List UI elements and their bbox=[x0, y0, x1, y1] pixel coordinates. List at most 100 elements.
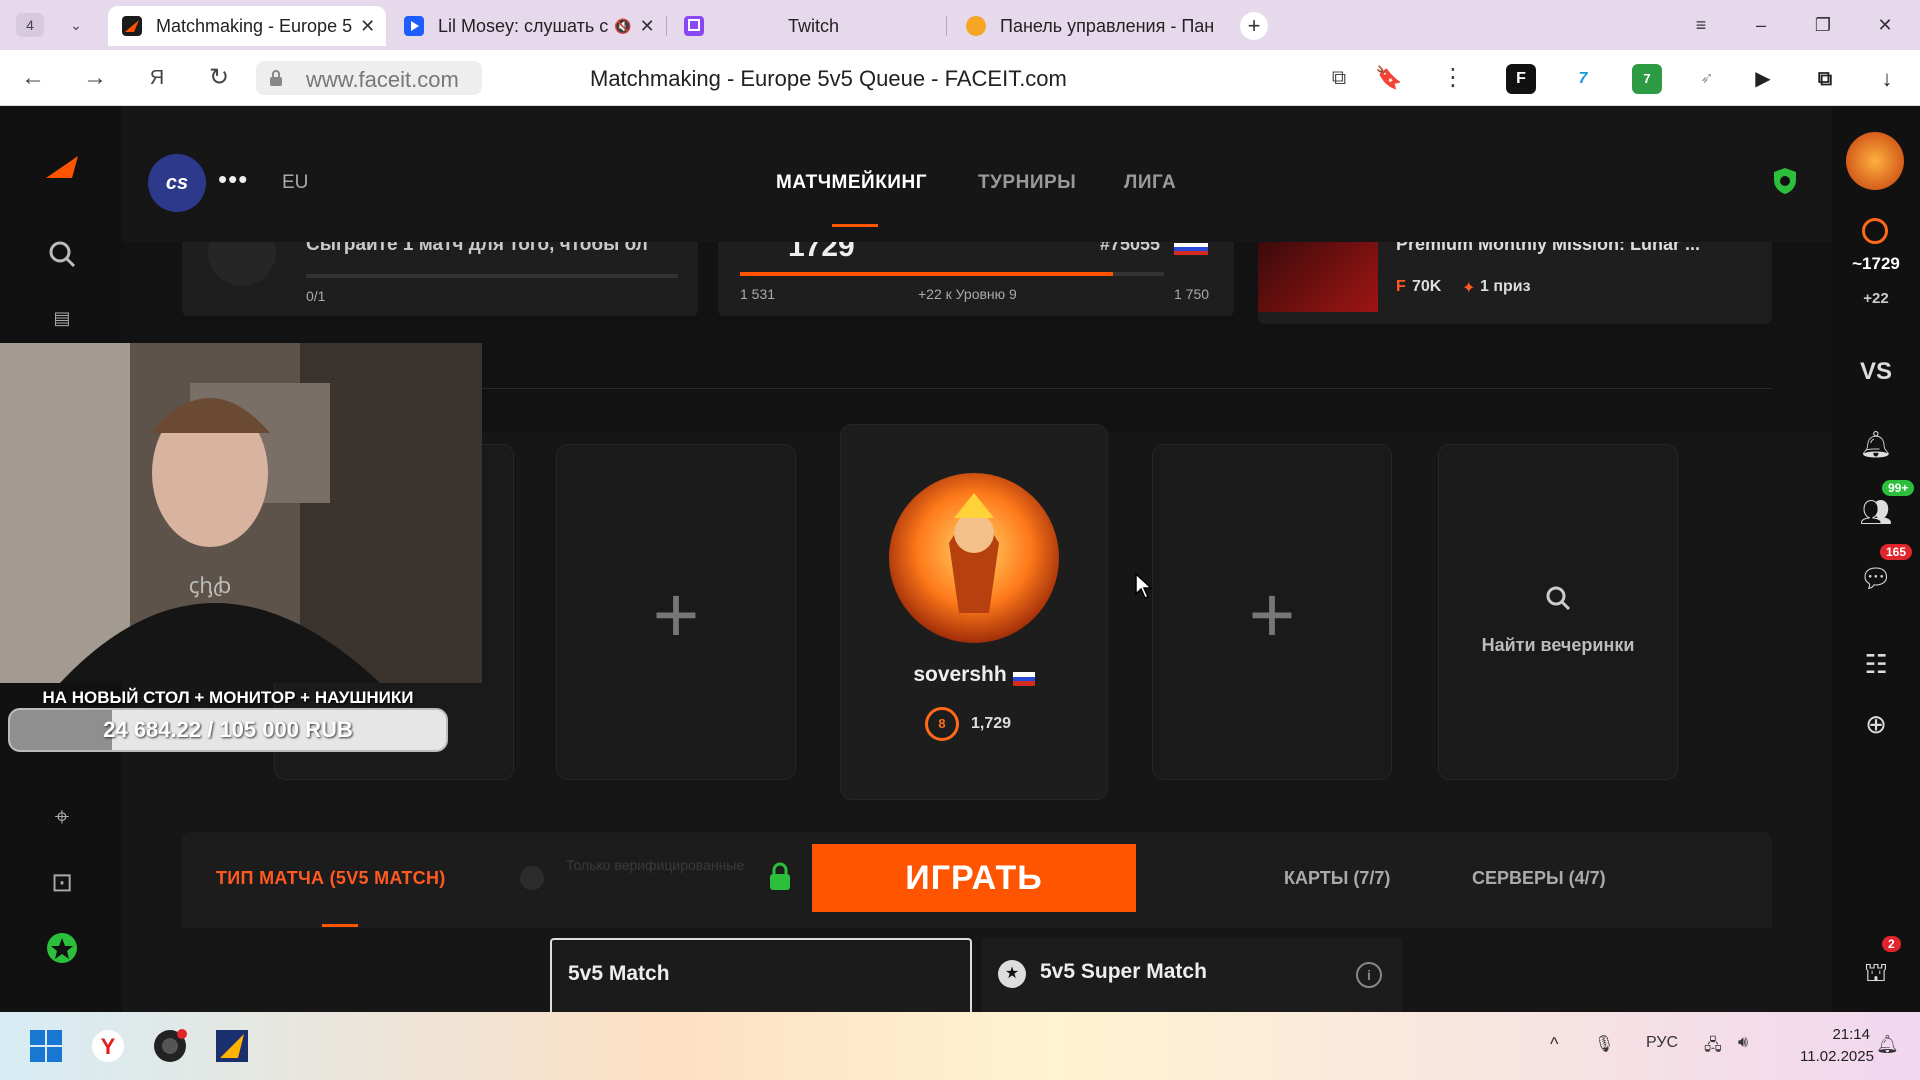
game-selector-cs[interactable]: cs bbox=[148, 154, 206, 212]
add-player-icon[interactable]: + bbox=[557, 575, 795, 655]
ext-faceit-icon[interactable]: F bbox=[1506, 64, 1536, 94]
match-type-tab[interactable]: ТИП МАТЧА (5V5 MATCH) bbox=[216, 868, 446, 889]
back-icon[interactable]: ← bbox=[18, 63, 48, 93]
mode-5v5-super-match[interactable]: ★ 5v5 Super Match i bbox=[982, 938, 1402, 1012]
yandex-home-icon[interactable]: Я bbox=[142, 63, 172, 93]
more-options-icon[interactable]: ⋮ bbox=[1438, 63, 1468, 93]
faceit-app-icon[interactable] bbox=[214, 1028, 250, 1064]
windows-start-icon[interactable] bbox=[28, 1028, 64, 1064]
find-parties-slot[interactable]: Найти вечеринки bbox=[1438, 444, 1678, 780]
rank-value: #75055 bbox=[1100, 242, 1161, 254]
ext-rocket-icon[interactable]: ➶ bbox=[1692, 64, 1722, 94]
play-button[interactable]: ИГРАТЬ bbox=[812, 844, 1136, 912]
webcam-feed-image: ꞔꞕꞗ bbox=[0, 343, 482, 683]
notification-bell-icon[interactable]: 🔔︎ bbox=[1856, 424, 1896, 464]
friends-icon[interactable]: 👥︎ bbox=[1856, 492, 1896, 532]
tab-label: Панель управления - Пан bbox=[1000, 15, 1215, 36]
donation-favicon-icon bbox=[966, 16, 986, 36]
donation-goal-title: НА НОВЫЙ СТОЛ + МОНИТОР + НАУШНИКИ bbox=[42, 688, 414, 707]
party-slot-player[interactable]: sovershh 8 1,729 bbox=[840, 424, 1108, 800]
forward-icon[interactable]: → bbox=[80, 63, 110, 93]
ext-seventv-icon[interactable]: 7 bbox=[1568, 64, 1598, 94]
obs-icon[interactable] bbox=[152, 1028, 188, 1064]
tab-tournaments[interactable]: ТУРНИРЫ bbox=[978, 172, 1076, 194]
ext-puzzle-icon[interactable]: ⧉ bbox=[1810, 64, 1840, 94]
address-bar: ← → Я ↻ www.faceit.com Matchmaking - Eur… bbox=[0, 50, 1920, 106]
tab-list-chevron-icon[interactable]: ⌄ bbox=[64, 13, 88, 37]
crosshair-icon[interactable]: ⌖ bbox=[42, 796, 82, 836]
microphone-icon[interactable]: 🎙︎ bbox=[1594, 1034, 1614, 1054]
more-games-menu[interactable]: ••• bbox=[218, 164, 248, 195]
tab-lil-mosey[interactable]: Lil Mosey: слушать с 🔇 ✕ bbox=[390, 6, 660, 46]
anticheat-shield-icon[interactable] bbox=[1770, 166, 1800, 196]
system-clock[interactable]: 21:14 11.02.2025 bbox=[1800, 1024, 1874, 1068]
party-list-icon[interactable]: ☷ bbox=[1856, 644, 1896, 684]
lock-icon bbox=[270, 70, 282, 86]
maps-tab[interactable]: КАРТЫ (7/7) bbox=[1284, 868, 1390, 889]
restore-icon[interactable]: ❐ bbox=[1808, 12, 1838, 38]
region-label[interactable]: EU bbox=[282, 172, 308, 194]
versus-button[interactable]: VS bbox=[1832, 358, 1920, 386]
user-avatar[interactable] bbox=[1846, 132, 1904, 190]
ext-shield-icon[interactable]: 7 bbox=[1632, 64, 1662, 94]
elo-card[interactable]: 1729 #75055 1 531 +22 к Уровню 9 1 750 bbox=[718, 242, 1234, 316]
faceit-favicon-icon bbox=[122, 16, 142, 36]
tab-count-button[interactable]: 4 bbox=[16, 13, 44, 37]
friends-count-badge: 99+ bbox=[1882, 480, 1915, 496]
bookmark-icon[interactable]: 🔖 bbox=[1374, 63, 1404, 93]
star-badge-icon[interactable] bbox=[42, 928, 82, 968]
mission-card[interactable]: Сыграйте 1 матч для того, чтобы ол 0/1 bbox=[182, 242, 698, 316]
input-language[interactable]: РУС bbox=[1646, 1034, 1678, 1052]
premium-mission-card[interactable]: Premium Monthly Mission: Lunar ... F 70K… bbox=[1258, 242, 1772, 324]
shop-bag-icon[interactable]: ⊡ bbox=[42, 862, 82, 902]
tab-close-icon[interactable]: ✕ bbox=[632, 16, 655, 37]
volume-icon[interactable]: 🔊︎ bbox=[1738, 1034, 1748, 1052]
servers-tab[interactable]: СЕРВЕРЫ (4/7) bbox=[1472, 868, 1606, 889]
tab-label: Twitch bbox=[788, 15, 840, 36]
player-nickname[interactable]: sovershh bbox=[841, 663, 1107, 687]
faceit-logo-icon[interactable] bbox=[42, 148, 82, 188]
tab-label: Lil Mosey: слушать с bbox=[438, 15, 609, 36]
tab-twitch[interactable]: Twitch bbox=[670, 6, 946, 46]
clock-time: 21:14 bbox=[1832, 1026, 1870, 1043]
tab-faceit[interactable]: Matchmaking - Europe 5 ✕ bbox=[108, 6, 386, 46]
yandex-browser-icon[interactable]: Y bbox=[90, 1028, 126, 1064]
add-player-icon[interactable]: + bbox=[1153, 575, 1391, 655]
info-icon[interactable]: i bbox=[1356, 962, 1382, 988]
chat-icon[interactable]: 💬︎ bbox=[1856, 558, 1896, 598]
donation-goal-amount: 24 684.22 / 105 000 RUB bbox=[103, 717, 353, 742]
tab-league[interactable]: ЛИГА bbox=[1124, 172, 1176, 194]
tab-matchmaking[interactable]: МАТЧМЕЙКИНГ bbox=[776, 172, 927, 194]
mouse-cursor-icon bbox=[1135, 572, 1153, 599]
player-avatar[interactable] bbox=[889, 473, 1059, 643]
ext-play-icon[interactable]: ▶ bbox=[1748, 64, 1778, 94]
flag-russia-icon bbox=[1012, 668, 1035, 687]
browser-menu-icon[interactable]: ≡ bbox=[1686, 12, 1716, 38]
reload-icon[interactable]: ↻ bbox=[204, 63, 234, 93]
verified-toggle-icon[interactable] bbox=[520, 866, 544, 890]
muted-speaker-icon[interactable]: 🔇 bbox=[614, 18, 631, 35]
new-tab-button[interactable]: + bbox=[1240, 12, 1268, 40]
minimize-icon[interactable]: – bbox=[1746, 12, 1776, 38]
network-icon[interactable]: 🖧 bbox=[1704, 1034, 1722, 1061]
add-circle-icon[interactable]: ⊕ bbox=[1856, 704, 1896, 744]
mode-5v5-match[interactable]: 5v5 Match bbox=[550, 938, 972, 1012]
elo-max: 1 750 bbox=[1174, 286, 1210, 302]
skill-level-ring-icon bbox=[1862, 218, 1888, 244]
tab-close-icon[interactable]: ✕ bbox=[352, 16, 375, 37]
windows-taskbar: Y ^ 🎙︎ РУС 🖧 🔊︎ 21:14 11.02.2025 🔔︎ bbox=[0, 1012, 1920, 1080]
party-slot-empty-2[interactable]: + bbox=[556, 444, 796, 780]
rankings-icon[interactable]: ▤ bbox=[42, 298, 82, 338]
party-slot-empty-3[interactable]: + bbox=[1152, 444, 1392, 780]
notification-center-icon[interactable]: 🔔︎ bbox=[1876, 1034, 1899, 1055]
downloads-icon[interactable]: ↓ bbox=[1872, 64, 1902, 94]
close-window-icon[interactable]: ✕ bbox=[1870, 12, 1900, 38]
translate-icon[interactable]: ⧉ bbox=[1324, 63, 1354, 93]
premium-prize: 1 приз bbox=[1480, 278, 1531, 295]
svg-text:Y: Y bbox=[101, 1034, 116, 1059]
tab-dashboard[interactable]: Панель управления - Пан bbox=[952, 6, 1222, 46]
tray-overflow-chevron-icon[interactable]: ^ bbox=[1550, 1034, 1558, 1055]
search-icon[interactable] bbox=[42, 234, 82, 274]
store-icon[interactable]: ⛫ bbox=[1856, 952, 1896, 992]
url-text[interactable]: www.faceit.com bbox=[306, 67, 459, 93]
